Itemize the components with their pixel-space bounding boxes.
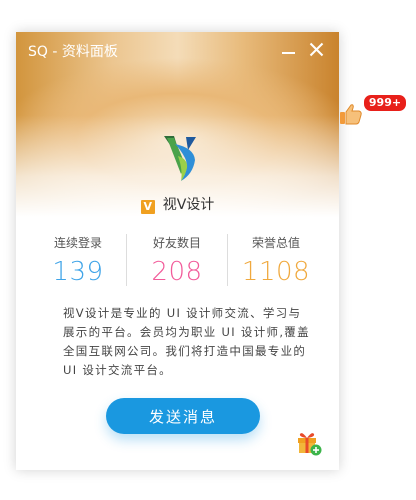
gift-icon[interactable] <box>296 430 322 456</box>
minimize-button[interactable] <box>276 37 302 63</box>
brand-name-row: V 视V设计 <box>16 194 339 214</box>
minimize-icon <box>282 52 295 54</box>
stats-row: 连续登录 139 好友数目 208 荣誉总值 1108 <box>16 232 339 292</box>
stat-value: 208 <box>151 257 203 287</box>
close-button[interactable] <box>304 37 330 63</box>
thumbs-up-icon[interactable] <box>339 103 363 125</box>
stat-login-days: 连续登录 139 <box>26 232 130 287</box>
stat-honor-total: 荣誉总值 1108 <box>224 232 328 287</box>
window-title: SQ - 资料面板 <box>28 44 118 60</box>
profile-description: 视V设计是专业的 UI 设计师交流、学习与展示的平台。会员均为职业 UI 设计师… <box>63 306 310 377</box>
stat-label: 好友数目 <box>152 236 201 250</box>
like-count-badge: 999+ <box>363 94 407 112</box>
brand-logo <box>164 136 196 181</box>
stat-label: 荣誉总值 <box>251 236 300 250</box>
close-icon <box>309 42 324 57</box>
brand-name: 视V设计 <box>162 197 215 213</box>
stat-label: 连续登录 <box>53 236 102 250</box>
stat-value: 1108 <box>241 257 311 287</box>
title-bar[interactable]: SQ - 资料面板 <box>16 32 339 68</box>
profile-panel: SQ - 资料面板 V 视V设计 连续登录 139 好友数目 208 荣誉总值 … <box>16 32 339 470</box>
stat-friend-count: 好友数目 208 <box>125 232 229 287</box>
stat-value: 139 <box>52 257 104 287</box>
send-message-button[interactable]: 发送消息 <box>106 398 260 434</box>
brand-badge: V <box>140 200 155 214</box>
